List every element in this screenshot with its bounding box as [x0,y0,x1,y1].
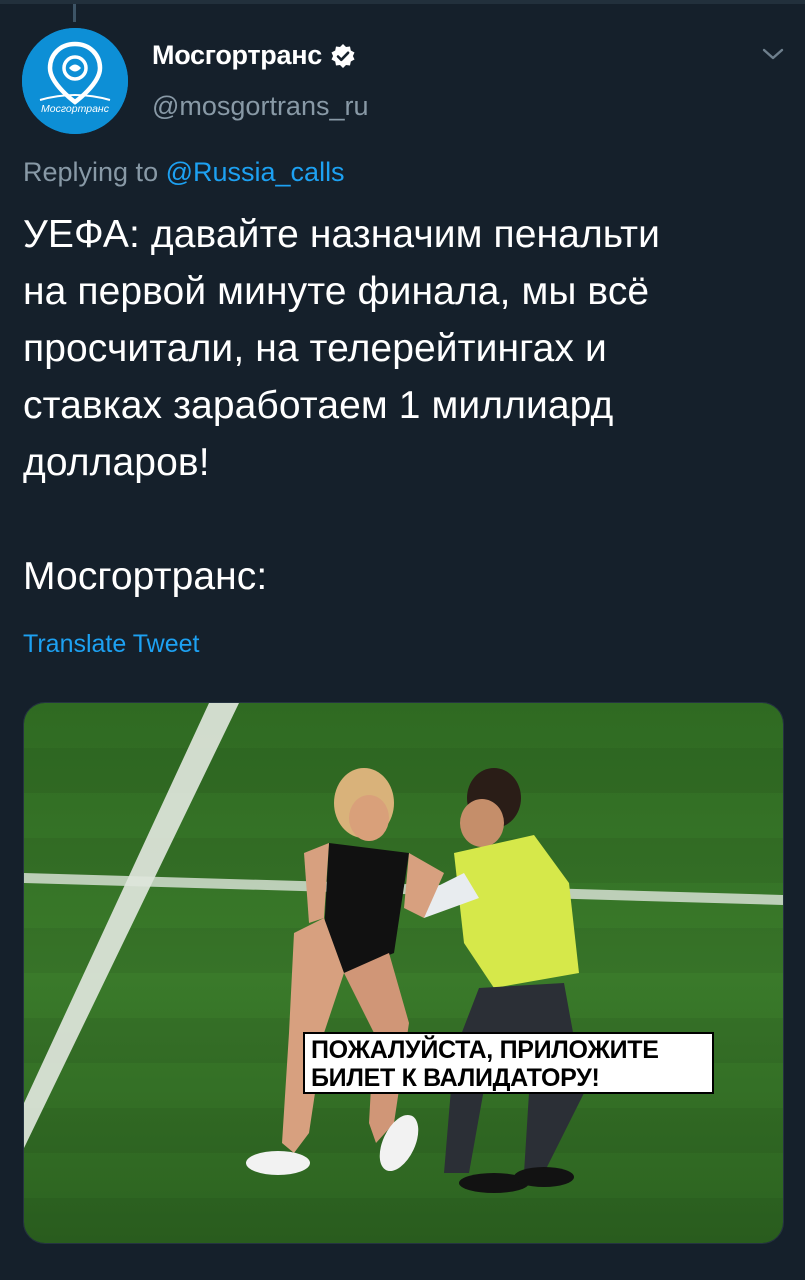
tweet-media-image[interactable]: ПОЖАЛУЙСТА, ПРИЛОЖИТЕ БИЛЕТ К ВАЛИДАТОРУ… [23,702,784,1244]
author-name-row[interactable]: Мосгортранс [152,40,356,71]
reply-mention-link[interactable]: @Russia_calls [166,157,345,187]
meme-caption: ПОЖАЛУЙСТА, ПРИЛОЖИТЕ БИЛЕТ К ВАЛИДАТОРУ… [303,1032,714,1094]
thread-connector-line [73,4,76,22]
mosgortrans-logo-icon: Мосгортранс [22,28,128,134]
verified-badge-icon [331,43,355,68]
display-name[interactable]: Мосгортранс [152,40,322,71]
top-divider [0,0,805,4]
chevron-down-icon[interactable] [760,44,786,64]
tweet-page: Мосгортранс Мосгортранс @mosgortrans_ru … [0,0,805,1280]
tweet-text: УЕФА: давайте назначим пенальти на перво… [23,213,661,598]
replying-to: Replying to @Russia_calls [23,157,345,188]
replying-to-prefix: Replying to [23,157,166,187]
svg-text:Мосгортранс: Мосгортранс [41,103,110,115]
author-handle[interactable]: @mosgortrans_ru [152,91,369,122]
translate-tweet-link[interactable]: Translate Tweet [23,630,199,659]
football-pitch-photo [24,703,783,1243]
avatar[interactable]: Мосгортранс [22,28,128,134]
